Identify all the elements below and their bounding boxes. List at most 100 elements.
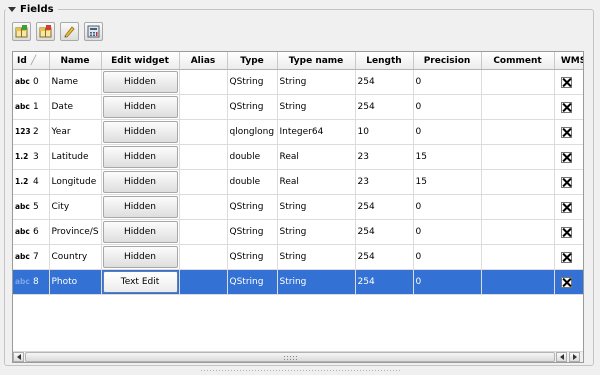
wms-checkbox[interactable] — [560, 126, 572, 138]
cell-precision[interactable]: 0 — [413, 219, 482, 245]
cell-length[interactable]: 254 — [355, 269, 414, 295]
cell-id[interactable]: abc 8 — [13, 269, 50, 295]
cell-name[interactable]: City — [49, 194, 102, 220]
cell-alias[interactable] — [179, 144, 228, 170]
wms-checkbox[interactable] — [560, 76, 572, 88]
edit-widget-button[interactable]: Hidden — [102, 246, 178, 268]
cell-type-name[interactable]: Real — [277, 169, 356, 195]
cell-type[interactable]: QString — [227, 244, 278, 270]
cell-id[interactable]: abc 1 — [13, 94, 50, 120]
cell-edit-widget[interactable]: Hidden — [101, 144, 180, 170]
cell-type[interactable]: QString — [227, 69, 278, 95]
wms-checkbox[interactable] — [560, 201, 572, 213]
cell-name[interactable]: Year — [49, 119, 102, 145]
edit-widget-button[interactable]: Hidden — [102, 146, 178, 168]
edit-widget-button[interactable]: Hidden — [102, 171, 178, 193]
wms-checkbox[interactable] — [560, 226, 572, 238]
col-header-id[interactable]: Id ╱ — [13, 52, 50, 70]
cell-type-name[interactable]: Integer64 — [277, 119, 356, 145]
cell-type[interactable]: QString — [227, 269, 278, 295]
scroll-right-button[interactable] — [569, 352, 580, 362]
cell-name[interactable]: Photo — [49, 269, 102, 295]
cell-alias[interactable] — [179, 119, 228, 145]
edit-widget-button[interactable]: Hidden — [102, 221, 178, 243]
cell-edit-widget[interactable]: Hidden — [101, 69, 180, 95]
cell-edit-widget[interactable]: Text Edit — [101, 269, 180, 295]
edit-widget-button[interactable]: Hidden — [102, 121, 178, 143]
cell-edit-widget[interactable]: Hidden — [101, 119, 180, 145]
wms-checkbox[interactable] — [560, 101, 572, 113]
cell-comment[interactable] — [481, 94, 555, 120]
edit-widget-button[interactable]: Hidden — [102, 71, 178, 93]
table-row[interactable]: abc 7 Country Hidden QString String 254 0 — [13, 244, 583, 270]
cell-name[interactable]: Latitude — [49, 144, 102, 170]
cell-wms[interactable] — [554, 194, 583, 220]
scroll-left-button-2[interactable] — [556, 352, 567, 362]
wms-checkbox[interactable] — [560, 276, 572, 288]
cell-type-name[interactable]: Real — [277, 144, 356, 170]
col-header-type[interactable]: Type — [227, 52, 278, 70]
delete-field-button[interactable] — [36, 22, 55, 41]
cell-alias[interactable] — [179, 169, 228, 195]
cell-alias[interactable] — [179, 69, 228, 95]
cell-alias[interactable] — [179, 94, 228, 120]
cell-type-name[interactable]: String — [277, 219, 356, 245]
edit-widget-button[interactable]: Text Edit — [102, 271, 178, 293]
col-header-name[interactable]: Name — [49, 52, 102, 70]
edit-widget-button[interactable]: Hidden — [102, 196, 178, 218]
fields-group-header[interactable]: Fields — [6, 2, 58, 16]
cell-wms[interactable] — [554, 269, 583, 295]
table-row[interactable]: 1.2 4 Longitude Hidden double Real 23 15 — [13, 169, 583, 195]
cell-name[interactable]: Name — [49, 69, 102, 95]
cell-alias[interactable] — [179, 219, 228, 245]
cell-comment[interactable] — [481, 269, 555, 295]
cell-name[interactable]: Longitude — [49, 169, 102, 195]
cell-wms[interactable] — [554, 219, 583, 245]
cell-comment[interactable] — [481, 219, 555, 245]
cell-length[interactable]: 254 — [355, 194, 414, 220]
cell-precision[interactable]: 0 — [413, 94, 482, 120]
cell-edit-widget[interactable]: Hidden — [101, 169, 180, 195]
cell-type-name[interactable]: String — [277, 244, 356, 270]
cell-wms[interactable] — [554, 244, 583, 270]
cell-length[interactable]: 10 — [355, 119, 414, 145]
edit-widget-button[interactable]: Hidden — [102, 96, 178, 118]
table-row[interactable]: 1.2 3 Latitude Hidden double Real 23 15 — [13, 144, 583, 170]
collapse-arrow-icon[interactable] — [8, 6, 16, 12]
cell-id[interactable]: 1.2 3 — [13, 144, 50, 170]
col-header-alias[interactable]: Alias — [179, 52, 228, 70]
col-header-precision[interactable]: Precision — [413, 52, 482, 70]
cell-comment[interactable] — [481, 169, 555, 195]
cell-wms[interactable] — [554, 169, 583, 195]
table-row[interactable]: abc 1 Date Hidden QString String 254 0 — [13, 94, 583, 120]
cell-precision[interactable]: 15 — [413, 144, 482, 170]
cell-type[interactable]: QString — [227, 219, 278, 245]
cell-edit-widget[interactable]: Hidden — [101, 194, 180, 220]
wms-checkbox[interactable] — [560, 251, 572, 263]
cell-type-name[interactable]: String — [277, 69, 356, 95]
cell-precision[interactable]: 15 — [413, 169, 482, 195]
table-row[interactable]: abc 5 City Hidden QString String 254 0 — [13, 194, 583, 220]
cell-precision[interactable]: 0 — [413, 194, 482, 220]
cell-id[interactable]: 1.2 4 — [13, 169, 50, 195]
cell-alias[interactable] — [179, 244, 228, 270]
cell-type[interactable]: double — [227, 169, 278, 195]
scrollbar-thumb[interactable] — [25, 352, 555, 362]
splitter-grip[interactable] — [200, 369, 400, 373]
cell-type-name[interactable]: String — [277, 269, 356, 295]
cell-length[interactable]: 254 — [355, 94, 414, 120]
cell-length[interactable]: 254 — [355, 69, 414, 95]
cell-id[interactable]: abc 0 — [13, 69, 50, 95]
cell-length[interactable]: 23 — [355, 144, 414, 170]
col-header-length[interactable]: Length — [355, 52, 414, 70]
cell-wms[interactable] — [554, 119, 583, 145]
cell-length[interactable]: 254 — [355, 244, 414, 270]
cell-id[interactable]: 123 2 — [13, 119, 50, 145]
cell-wms[interactable] — [554, 69, 583, 95]
cell-id[interactable]: abc 6 — [13, 219, 50, 245]
cell-type[interactable]: QString — [227, 94, 278, 120]
col-header-edit-widget[interactable]: Edit widget — [101, 52, 180, 70]
cell-id[interactable]: abc 5 — [13, 194, 50, 220]
cell-wms[interactable] — [554, 94, 583, 120]
cell-wms[interactable] — [554, 144, 583, 170]
